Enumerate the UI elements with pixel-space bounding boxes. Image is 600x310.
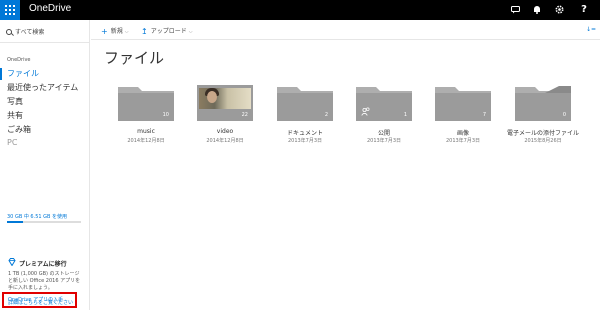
search-icon [6,29,12,35]
sidebar-item-pc[interactable]: PC [7,138,17,147]
storage-bar-fill [7,221,24,223]
top-bar: OneDrive ? [0,0,600,20]
item-count: 1 [403,112,407,118]
chat-icon[interactable] [505,0,525,20]
folder-name[interactable]: video [183,128,267,135]
sidebar-item-files[interactable]: ファイル [7,68,39,79]
search-label: すべて検索 [15,29,45,36]
item-count: 0 [562,112,566,118]
sort-button[interactable]: ↓= [586,26,596,33]
folder-tile[interactable]: 22 video 2014年12月8日 [197,85,253,155]
folder-date: 2015年8月26日 [524,138,562,144]
sidebar-item-recycle-bin[interactable]: ごみ箱 [7,124,31,135]
folder-date: 2013年7月3日 [366,138,402,144]
item-count: 10 [162,112,169,118]
sidebar-item-photos[interactable]: 写真 [7,96,23,107]
folder-date: 2013年7月3日 [445,138,481,144]
folder-thumbnail [199,88,251,110]
folder-tile[interactable]: 1 公開 2013年7月3日 [356,85,412,155]
folder-name[interactable]: 画像 [421,128,505,137]
nav-heading: OneDrive [7,57,31,63]
item-count: 22 [241,112,248,118]
chevron-down-icon: ⌵ [124,29,129,35]
highlight-box [2,292,77,308]
upload-button[interactable]: ↥ アップロード ⌵ [141,26,193,36]
folder-date: 2013年7月3日 [287,138,323,144]
diamond-icon [8,258,16,266]
storage-usage-text[interactable]: 30 GB 中 6.51 GB を使用 [7,213,67,220]
folder-tile[interactable]: 0 電子メールの添付ファイル 2015年8月26日 [507,85,579,155]
chevron-down-icon: ⌵ [188,29,193,35]
folder-date: 2014年12月8日 [206,138,244,144]
folder-date: 2014年12月8日 [127,138,165,144]
plus-icon: + [101,27,108,36]
folder-tile[interactable]: 2 ドキュメント 2013年7月3日 [277,85,333,155]
command-bar: + 新規 ⌵ ↥ アップロード ⌵ ↓= [91,20,600,40]
premium-title: プレミアムに移行 [19,261,67,268]
new-button[interactable]: + 新規 ⌵ [101,26,129,36]
app-launcher-icon[interactable] [0,0,20,20]
folder-name[interactable]: music [104,128,188,135]
folder-tile[interactable]: 7 画像 2013年7月3日 [435,85,491,155]
folder-tile[interactable]: 10 music 2014年12月8日 [118,85,174,155]
folder-name[interactable]: ドキュメント [263,128,347,137]
search-box[interactable]: すべて検索 [6,27,44,36]
gear-icon[interactable] [549,0,569,20]
folder-name[interactable]: 公開 [342,128,426,137]
item-count: 2 [324,112,328,118]
sidebar-item-shared[interactable]: 共有 [7,110,23,121]
item-count: 7 [482,112,486,118]
shared-people-icon [361,107,370,116]
page-title: ファイル [104,49,165,67]
upload-icon: ↥ [141,27,148,36]
storage-bar [7,221,81,223]
left-navigation: すべて検索 OneDrive ファイル 最近使ったアイテム 写真 共有 ごみ箱 … [0,20,90,310]
upload-label: アップロード [150,28,187,35]
premium-description: 1 TB (1,000 GB) のストレージと新しい Office 2016 ア… [8,271,81,291]
new-label: 新規 [110,28,123,35]
app-title[interactable]: OneDrive [29,3,71,14]
help-icon[interactable]: ? [574,0,594,20]
active-indicator [0,68,2,80]
bell-icon[interactable] [527,0,547,20]
sidebar-item-recent[interactable]: 最近使ったアイテム [7,82,78,93]
divider [0,42,90,43]
folder-name[interactable]: 電子メールの添付ファイル [501,128,585,137]
